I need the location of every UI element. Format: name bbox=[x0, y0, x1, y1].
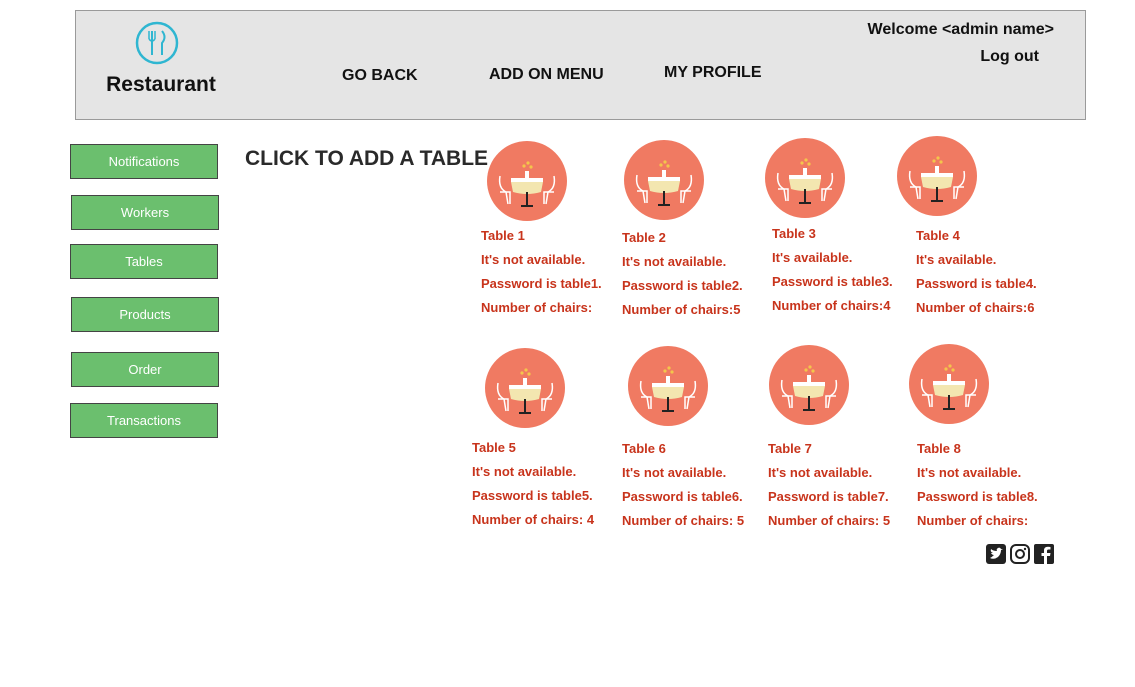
table-name: Table 2 bbox=[622, 230, 666, 245]
welcome-message: Welcome <admin name> bbox=[867, 21, 1054, 38]
twitter-icon[interactable] bbox=[985, 543, 1007, 565]
table-info: Table 8 It's not available. Password is … bbox=[917, 437, 1038, 533]
table-icon[interactable] bbox=[908, 343, 990, 425]
table-password: Password is table1. bbox=[481, 276, 602, 291]
go-back-link[interactable]: GO BACK bbox=[342, 67, 418, 85]
table-icon[interactable] bbox=[764, 137, 846, 219]
table-name: Table 4 bbox=[916, 228, 960, 243]
table-icon[interactable] bbox=[623, 139, 705, 221]
table-info: Table 2 It's not available. Password is … bbox=[622, 226, 743, 322]
table-status: It's not available. bbox=[917, 465, 1022, 480]
add-table-heading[interactable]: CLICK TO ADD A TABLE bbox=[245, 147, 488, 171]
table-password: Password is table8. bbox=[917, 489, 1038, 504]
table-chairs: Number of chairs:4 bbox=[772, 298, 891, 313]
brand-name: Restaurant bbox=[106, 73, 216, 96]
table-password: Password is table4. bbox=[916, 276, 1037, 291]
table-name: Table 3 bbox=[772, 226, 816, 241]
table-status: It's not available. bbox=[472, 464, 577, 479]
table-card[interactable]: Table 4 It's available. Password is tabl… bbox=[896, 135, 1046, 325]
table-chairs: Number of chairs: bbox=[917, 513, 1029, 528]
table-status: It's not available. bbox=[481, 252, 586, 267]
table-chairs: Number of chairs:5 bbox=[622, 302, 741, 317]
table-chairs: Number of chairs:6 bbox=[916, 300, 1035, 315]
table-card[interactable]: Table 1 It's not available. Password is … bbox=[481, 140, 631, 330]
table-chairs: Number of chairs: 5 bbox=[622, 513, 745, 528]
facebook-icon[interactable] bbox=[1033, 543, 1055, 565]
table-icon[interactable] bbox=[896, 135, 978, 217]
sidebar-item-tables[interactable]: Tables bbox=[70, 244, 218, 279]
sidebar-item-notifications[interactable]: Notifications bbox=[70, 144, 218, 179]
table-name: Table 6 bbox=[622, 441, 666, 456]
my-profile-link[interactable]: MY PROFILE bbox=[664, 64, 762, 82]
table-name: Table 8 bbox=[917, 441, 961, 456]
table-info: Table 1 It's not available. Password is … bbox=[481, 224, 602, 320]
table-info: Table 4 It's available. Password is tabl… bbox=[916, 224, 1037, 320]
sidebar-item-products[interactable]: Products bbox=[71, 297, 219, 332]
add-on-menu-link[interactable]: ADD ON MENU bbox=[489, 66, 604, 84]
table-password: Password is table2. bbox=[622, 278, 743, 293]
table-password: Password is table3. bbox=[772, 274, 893, 289]
table-icon[interactable] bbox=[484, 347, 566, 429]
table-info: Table 3 It's available. Password is tabl… bbox=[772, 222, 893, 318]
table-chairs: Number of chairs: bbox=[481, 300, 593, 315]
table-chairs: Number of chairs: 5 bbox=[768, 513, 891, 528]
table-icon[interactable] bbox=[486, 140, 568, 222]
table-status: It's not available. bbox=[622, 465, 727, 480]
table-status: It's available. bbox=[916, 252, 997, 267]
logout-link[interactable]: Log out bbox=[980, 48, 1039, 66]
table-status: It's available. bbox=[772, 250, 853, 265]
table-info: Table 5 It's not available. Password is … bbox=[472, 436, 594, 532]
table-info: Table 7 It's not available. Password is … bbox=[768, 437, 890, 533]
table-password: Password is table7. bbox=[768, 489, 889, 504]
brand-logo[interactable]: Restaurant bbox=[105, 21, 217, 96]
table-name: Table 5 bbox=[472, 440, 516, 455]
table-card[interactable]: Table 2 It's not available. Password is … bbox=[622, 139, 772, 329]
top-header: Restaurant GO BACK ADD ON MENU MY PROFIL… bbox=[75, 10, 1086, 120]
sidebar-item-workers[interactable]: Workers bbox=[71, 195, 219, 230]
table-card[interactable]: Table 6 It's not available. Password is … bbox=[622, 345, 772, 535]
table-icon[interactable] bbox=[627, 345, 709, 427]
table-name: Table 7 bbox=[768, 441, 812, 456]
table-name: Table 1 bbox=[481, 228, 525, 243]
table-card[interactable]: Table 8 It's not available. Password is … bbox=[907, 343, 1057, 533]
table-chairs: Number of chairs: 4 bbox=[472, 512, 595, 527]
table-password: Password is table6. bbox=[622, 489, 743, 504]
table-icon[interactable] bbox=[768, 344, 850, 426]
sidebar-item-order[interactable]: Order bbox=[71, 352, 219, 387]
table-password: Password is table5. bbox=[472, 488, 593, 503]
table-status: It's not available. bbox=[768, 465, 873, 480]
table-card[interactable]: Table 3 It's available. Password is tabl… bbox=[764, 137, 914, 327]
sidebar-item-transactions[interactable]: Transactions bbox=[70, 403, 218, 438]
instagram-icon[interactable] bbox=[1009, 543, 1031, 565]
social-links bbox=[985, 543, 1055, 565]
table-info: Table 6 It's not available. Password is … bbox=[622, 437, 744, 533]
utensils-icon bbox=[135, 21, 179, 65]
table-card[interactable]: Table 7 It's not available. Password is … bbox=[768, 344, 918, 534]
table-status: It's not available. bbox=[622, 254, 727, 269]
table-card[interactable]: Table 5 It's not available. Password is … bbox=[472, 347, 622, 537]
